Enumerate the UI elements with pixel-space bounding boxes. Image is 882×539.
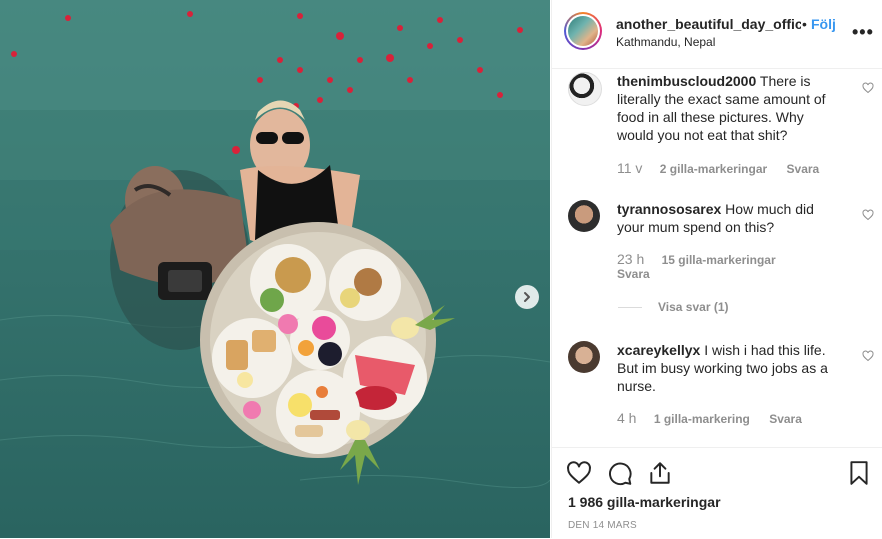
post-location[interactable]: Kathmandu, Nepal bbox=[616, 35, 715, 49]
next-photo-button[interactable] bbox=[515, 285, 539, 309]
replies-divider bbox=[618, 307, 642, 309]
like-comment-heart-icon[interactable] bbox=[862, 82, 874, 94]
reply-button[interactable]: Svara bbox=[769, 412, 802, 426]
follow-button[interactable]: Följ bbox=[811, 16, 836, 32]
author-username[interactable]: another_beautiful_day_offic bbox=[616, 16, 801, 32]
likes-count[interactable]: 1 986 gilla-markeringar bbox=[568, 494, 721, 510]
post-actions: 1 986 gilla-markeringar DEN 14 MARS bbox=[552, 447, 882, 539]
comment-age: 23 h bbox=[617, 251, 645, 267]
chevron-right-icon bbox=[524, 292, 530, 302]
comment-username[interactable]: tyrannososarex bbox=[617, 201, 721, 217]
commenter-avatar[interactable] bbox=[568, 341, 600, 373]
post-photo[interactable] bbox=[0, 0, 550, 538]
more-options-button[interactable]: ••• bbox=[852, 22, 874, 43]
header-separator: • bbox=[802, 16, 807, 32]
pool-breakfast-image bbox=[0, 0, 550, 538]
share-icon[interactable] bbox=[647, 460, 673, 486]
commenter-avatar[interactable] bbox=[568, 72, 602, 106]
view-replies-label: Visa svar (1) bbox=[658, 300, 729, 314]
bookmark-icon[interactable] bbox=[846, 460, 872, 486]
view-replies-button[interactable]: Visa svar (1) bbox=[618, 300, 729, 314]
like-comment-heart-icon[interactable] bbox=[862, 350, 874, 362]
commenter-avatar[interactable] bbox=[568, 200, 600, 232]
post-header: another_beautiful_day_offic • Följ Kathm… bbox=[552, 0, 882, 69]
comment-likes[interactable]: 1 gilla-markering bbox=[654, 412, 750, 426]
reply-button[interactable]: Svara bbox=[617, 267, 650, 281]
heart-icon[interactable] bbox=[566, 460, 592, 486]
like-comment-heart-icon[interactable] bbox=[862, 209, 874, 221]
comment-username[interactable]: thenimbuscloud2000 bbox=[617, 73, 756, 89]
author-avatar[interactable] bbox=[564, 12, 602, 50]
comment-age: 11 v bbox=[617, 160, 643, 176]
comment-icon[interactable] bbox=[607, 460, 633, 486]
post-date: DEN 14 MARS bbox=[568, 520, 637, 531]
comment-username[interactable]: xcareykellyx bbox=[617, 342, 700, 358]
comment-likes[interactable]: 15 gilla-markeringar bbox=[662, 253, 776, 267]
comment-age: 4 h bbox=[617, 410, 637, 426]
comment-likes[interactable]: 2 gilla-markeringar bbox=[660, 162, 767, 176]
post-sidebar: another_beautiful_day_offic • Följ Kathm… bbox=[551, 0, 882, 538]
reply-button[interactable]: Svara bbox=[787, 162, 820, 176]
